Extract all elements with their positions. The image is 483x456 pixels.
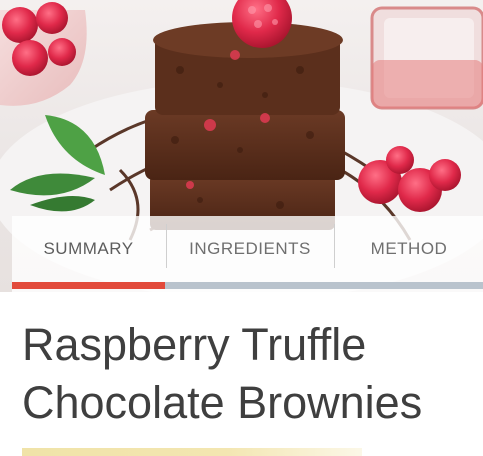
recipe-title-line-2: Chocolate Brownies xyxy=(22,377,423,428)
tab-inactive-track xyxy=(165,282,483,289)
tab-ingredients[interactable]: INGREDIENTS xyxy=(167,216,333,282)
recipe-subtitle-highlight xyxy=(22,448,362,456)
tab-summary-label: SUMMARY xyxy=(43,239,134,258)
tab-active-indicator xyxy=(12,282,165,289)
tab-ingredients-label: INGREDIENTS xyxy=(189,239,311,258)
tab-method-label: METHOD xyxy=(370,239,448,258)
recipe-screen: SUMMARY INGREDIENTS METHOD Raspberry Tru… xyxy=(0,0,483,456)
recipe-tab-bar: SUMMARY INGREDIENTS METHOD xyxy=(12,216,483,292)
recipe-title: Raspberry Truffle Chocolate Brownies xyxy=(22,316,477,432)
tab-summary[interactable]: SUMMARY xyxy=(12,216,165,282)
tab-method[interactable]: METHOD xyxy=(335,216,483,282)
recipe-title-line-1: Raspberry Truffle xyxy=(22,319,367,370)
